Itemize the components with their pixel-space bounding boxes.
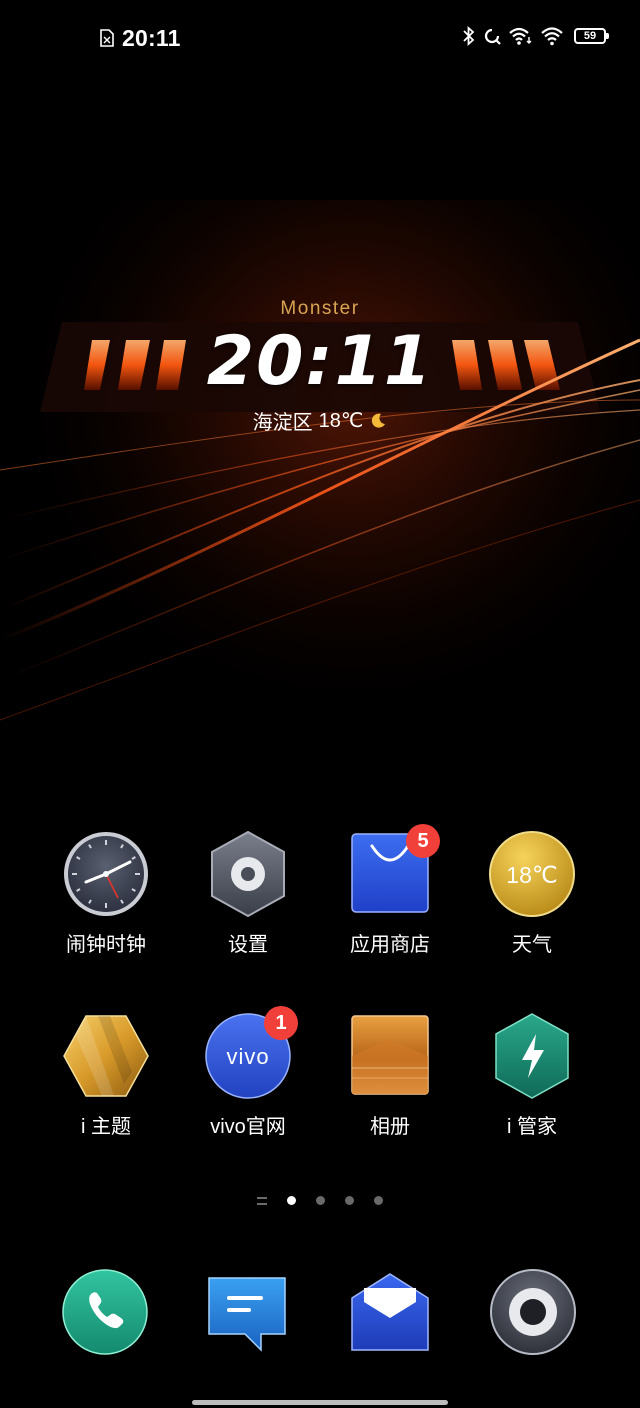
dock-messages[interactable] xyxy=(197,1262,297,1362)
status-bar: 20:11 59 xyxy=(0,0,640,80)
app-label: 设置 xyxy=(228,934,268,956)
app-album[interactable]: 相册 xyxy=(330,1012,450,1139)
dock-camera[interactable] xyxy=(483,1262,583,1362)
widget-brand: Monster xyxy=(280,298,360,319)
battery-level: 59 xyxy=(583,29,597,42)
clock-icon xyxy=(64,832,148,916)
widget-weather[interactable]: 海淀区 18℃ xyxy=(0,406,640,435)
album-icon xyxy=(351,1015,429,1095)
weather-icon: 18℃ xyxy=(489,831,575,917)
status-time: 20:11 xyxy=(122,25,181,51)
moon-icon xyxy=(372,413,386,428)
widget-clock[interactable]: 20:11 xyxy=(0,322,640,401)
weather-location: 海淀区 xyxy=(252,412,313,434)
bluetooth-icon xyxy=(463,26,475,46)
camera-icon xyxy=(490,1269,576,1355)
app-label: 应用商店 xyxy=(350,934,430,956)
app-settings[interactable]: 设置 xyxy=(188,830,308,957)
phone-icon xyxy=(62,1269,148,1355)
page-indicator[interactable] xyxy=(0,1196,640,1205)
vivo-wordmark: vivo xyxy=(226,1044,269,1069)
weather-temperature: 18℃ xyxy=(318,410,364,432)
email-icon xyxy=(351,1273,429,1351)
home-indicator[interactable] xyxy=(192,1400,448,1405)
notification-badge: 1 xyxy=(264,1006,298,1040)
dock-email[interactable] xyxy=(340,1262,440,1362)
wifi-icon xyxy=(541,27,563,46)
battery-icon: 59 xyxy=(574,28,609,44)
hotspot-icon xyxy=(484,28,501,45)
app-label: 闹钟时钟 xyxy=(66,934,146,956)
page-dot[interactable] xyxy=(316,1196,325,1205)
page-dot[interactable] xyxy=(374,1196,383,1205)
app-weather[interactable]: 18℃ 天气 xyxy=(472,830,592,957)
weather-icon-temp: 18℃ xyxy=(506,862,557,888)
notification-badge: 5 xyxy=(406,824,440,858)
app-store[interactable]: 5 应用商店 xyxy=(330,824,450,957)
themes-icon xyxy=(63,1015,149,1097)
app-clock[interactable]: 闹钟时钟 xyxy=(46,830,166,957)
app-vivo[interactable]: vivo 1 vivo官网 xyxy=(188,1006,308,1139)
app-label: 天气 xyxy=(512,934,552,956)
app-label: 相册 xyxy=(370,1116,410,1138)
settings-icon xyxy=(211,830,285,918)
app-label: i 主题 xyxy=(81,1116,131,1138)
sim-card-icon xyxy=(100,29,114,47)
dock-phone[interactable] xyxy=(55,1262,155,1362)
app-imanager[interactable]: i 管家 xyxy=(472,1012,592,1139)
page-dot-active[interactable] xyxy=(287,1196,296,1205)
iManager-icon xyxy=(495,1013,569,1099)
app-label: i 管家 xyxy=(507,1116,557,1138)
page-list-icon[interactable] xyxy=(257,1196,267,1205)
app-themes[interactable]: i 主题 xyxy=(46,1012,166,1139)
app-label: vivo官网 xyxy=(210,1116,286,1138)
messages-icon xyxy=(208,1277,286,1352)
page-dot[interactable] xyxy=(345,1196,354,1205)
wifi-calling-icon xyxy=(509,27,532,45)
